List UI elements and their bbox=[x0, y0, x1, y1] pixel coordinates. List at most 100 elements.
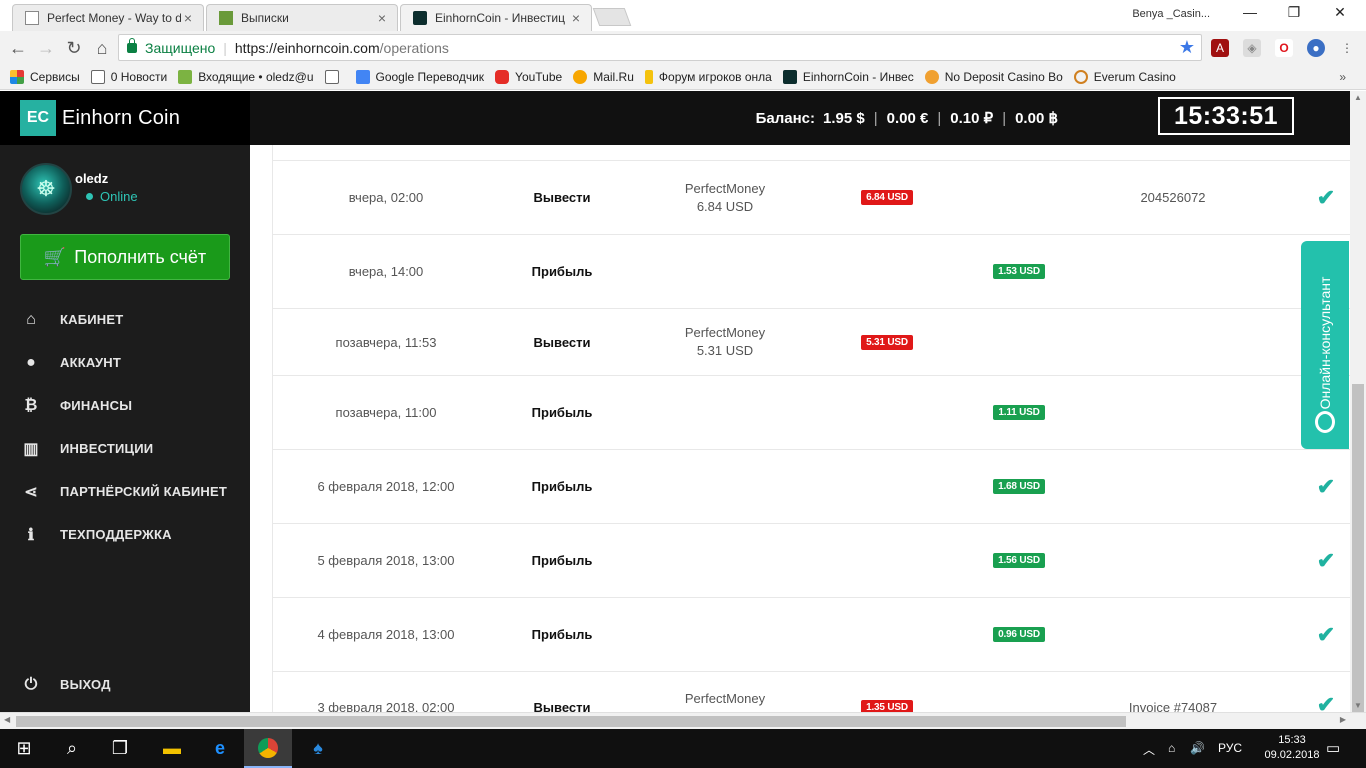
reload-icon[interactable]: ↻ bbox=[62, 36, 86, 60]
scroll-left-icon[interactable]: ◀ bbox=[4, 715, 10, 724]
lock-icon bbox=[127, 37, 137, 53]
task-view-icon[interactable]: ❐ bbox=[96, 729, 144, 768]
online-consultant-label: Онлайн-консультант bbox=[1317, 276, 1333, 410]
language-indicator[interactable]: РУС bbox=[1218, 741, 1242, 755]
network-icon[interactable]: ⌂ bbox=[1168, 741, 1175, 755]
pdf-extension-icon[interactable]: A bbox=[1211, 39, 1229, 57]
profile-name[interactable]: Benya _Casin... bbox=[1132, 8, 1210, 20]
logout-section: ⏻ ВЫХОД bbox=[0, 663, 250, 706]
mailru-icon bbox=[573, 69, 588, 84]
edge-icon[interactable]: e bbox=[196, 729, 244, 768]
bookmark-page[interactable] bbox=[324, 69, 345, 84]
sidebar-item-cabinet[interactable]: ⌂ КАБИНЕТ bbox=[0, 298, 250, 341]
bookmarks-bar: Сервисы 0 Новости Входящие • oledz@u Goo… bbox=[0, 64, 1366, 90]
check-icon: ✔ bbox=[1316, 547, 1336, 573]
home-page-icon[interactable]: ⌂ bbox=[90, 36, 114, 60]
menu-dots-icon[interactable]: ⋮ bbox=[1338, 39, 1356, 57]
chrome-icon[interactable] bbox=[244, 729, 292, 768]
logo[interactable]: EC Einhorn Coin bbox=[0, 91, 250, 145]
bookmark-label: EinhornCoin - Инвес bbox=[802, 69, 914, 84]
operation-debit: 5.31 USD bbox=[825, 309, 949, 375]
sidebar-item-partner[interactable]: ⋖ ПАРТНЁРСКИЙ КАБИНЕТ bbox=[0, 470, 250, 513]
tab-vypiski[interactable]: Выписки × bbox=[206, 4, 398, 31]
balance-divider: | bbox=[1002, 109, 1007, 127]
bookmark-mailru[interactable]: Mail.Ru bbox=[573, 69, 634, 84]
close-icon[interactable]: × bbox=[181, 10, 195, 26]
bookmark-einhorncoin[interactable]: EinhornCoin - Инвес bbox=[782, 69, 914, 84]
poker-app-icon[interactable]: ♠ bbox=[294, 729, 342, 768]
sidebar-item-label: КАБИНЕТ bbox=[60, 312, 124, 327]
sidebar-item-investments[interactable]: ▥ ИНВЕСТИЦИИ bbox=[0, 427, 250, 470]
notifications-icon[interactable]: ▭ bbox=[1326, 739, 1340, 757]
new-tab-button[interactable] bbox=[592, 8, 632, 26]
chat-icon bbox=[1315, 411, 1335, 433]
bookmark-news[interactable]: 0 Новости bbox=[90, 69, 167, 84]
back-icon[interactable]: ← bbox=[6, 36, 30, 60]
einhorn-icon bbox=[782, 69, 797, 84]
sidebar-item-finances[interactable]: ₿ ФИНАНСЫ bbox=[0, 384, 250, 427]
bookmark-google-translate[interactable]: Google Переводчик bbox=[355, 69, 485, 84]
operation-credit: 1.11 USD bbox=[949, 376, 1089, 449]
vpn-extension-icon[interactable]: ● bbox=[1307, 39, 1325, 57]
operation-debit: 1.35 USD bbox=[825, 672, 949, 712]
avatar[interactable]: ☸ bbox=[20, 163, 72, 215]
operation-type: Прибыль bbox=[531, 264, 593, 279]
bookmark-youtube[interactable]: YouTube bbox=[495, 69, 563, 84]
close-icon[interactable]: × bbox=[375, 10, 389, 26]
restore-button[interactable]: ❐ bbox=[1272, 4, 1316, 21]
search-icon[interactable]: ⌕ bbox=[48, 729, 96, 768]
bookmark-label: Google Переводчик bbox=[375, 69, 485, 84]
tray-arrow-icon[interactable]: ︿ bbox=[1143, 741, 1155, 758]
logout-button[interactable]: ⏻ ВЫХОД bbox=[0, 663, 250, 706]
windows-start-icon[interactable]: ⊞ bbox=[0, 729, 48, 768]
bookmarks-more-icon[interactable]: » bbox=[1339, 70, 1346, 84]
bookmark-no-deposit-casino[interactable]: No Deposit Casino Bo bbox=[924, 69, 1063, 84]
operation-debit: 6.84 USD bbox=[825, 161, 949, 234]
bookmark-label: YouTube bbox=[515, 69, 563, 84]
bookmark-services[interactable]: Сервисы bbox=[10, 69, 80, 84]
credit-badge: 1.11 USD bbox=[993, 405, 1045, 420]
scroll-down-icon[interactable]: ▼ bbox=[1350, 701, 1366, 710]
bookmark-inbox[interactable]: Входящие • oledz@u bbox=[178, 69, 314, 84]
payment-system-amount: 6.84 USD bbox=[696, 198, 754, 214]
system-clock[interactable]: 15:33 09.02.2018 bbox=[1262, 733, 1322, 763]
credit-badge: 0.96 USD bbox=[993, 627, 1045, 642]
bookmark-forum[interactable]: Форум игроков онла bbox=[644, 69, 772, 84]
system-time: 15:33 bbox=[1278, 734, 1306, 746]
home-icon: ⌂ bbox=[26, 310, 36, 328]
address-bar[interactable]: Защищено | https://einhorncoin.com/opera… bbox=[118, 34, 1202, 61]
sidebar-item-account[interactable]: ● АККАУНТ bbox=[0, 341, 250, 384]
forward-icon[interactable]: → bbox=[34, 36, 58, 60]
topup-button[interactable]: 🛒 Пополнить счёт bbox=[20, 234, 230, 280]
online-consultant-tab[interactable]: Онлайн-консультант bbox=[1301, 241, 1349, 449]
shield-extension-icon[interactable]: ◈ bbox=[1243, 39, 1261, 57]
payment-system-name: PerfectMoney bbox=[684, 691, 766, 706]
logo-mark: EC bbox=[20, 100, 56, 136]
operation-date: вчера, 02:00 bbox=[348, 190, 424, 205]
balance-divider: | bbox=[937, 109, 942, 127]
operation-type: Вывести bbox=[533, 700, 591, 712]
tab-perfect-money[interactable]: Perfect Money - Way to d × bbox=[12, 4, 204, 31]
horizontal-scrollbar[interactable]: ◀ ▶ bbox=[0, 712, 1366, 729]
opera-extension-icon[interactable]: O bbox=[1275, 39, 1293, 57]
operation-date: 6 февраля 2018, 12:00 bbox=[317, 479, 455, 494]
minimize-button[interactable]: — bbox=[1228, 4, 1272, 20]
tab-einhorncoin[interactable]: EinhornCoin - Инвестиц × bbox=[400, 4, 592, 31]
close-icon[interactable]: × bbox=[569, 10, 583, 26]
sidebar-item-support[interactable]: ℹ ТЕХПОДДЕРЖКА bbox=[0, 513, 250, 556]
bookmark-everum-casino[interactable]: Everum Casino bbox=[1073, 69, 1176, 84]
balance: Баланс: 1.95 $ | 0.00 € | 0.10 ₽ | 0.00 … bbox=[756, 109, 1058, 128]
scroll-right-icon[interactable]: ▶ bbox=[1340, 715, 1346, 724]
file-explorer-icon[interactable]: ▬ bbox=[148, 729, 196, 768]
horizontal-scroll-thumb[interactable] bbox=[16, 716, 1126, 727]
window-close-button[interactable]: ✕ bbox=[1318, 4, 1362, 21]
vertical-scrollbar[interactable]: ▲ ▼ bbox=[1350, 91, 1366, 712]
check-icon: ✔ bbox=[1316, 184, 1336, 210]
operation-type: Вывести bbox=[533, 334, 591, 350]
vertical-scroll-thumb[interactable] bbox=[1352, 384, 1364, 712]
table-row: 5 февраля 2018, 13:00 Прибыль 1.56 USD ✔ bbox=[273, 524, 1350, 598]
scroll-up-icon[interactable]: ▲ bbox=[1350, 93, 1366, 102]
volume-icon[interactable]: 🔊 bbox=[1190, 741, 1205, 755]
payment-system-name: PerfectMoney bbox=[684, 180, 766, 196]
bookmark-star-icon[interactable]: ★ bbox=[1179, 37, 1195, 58]
